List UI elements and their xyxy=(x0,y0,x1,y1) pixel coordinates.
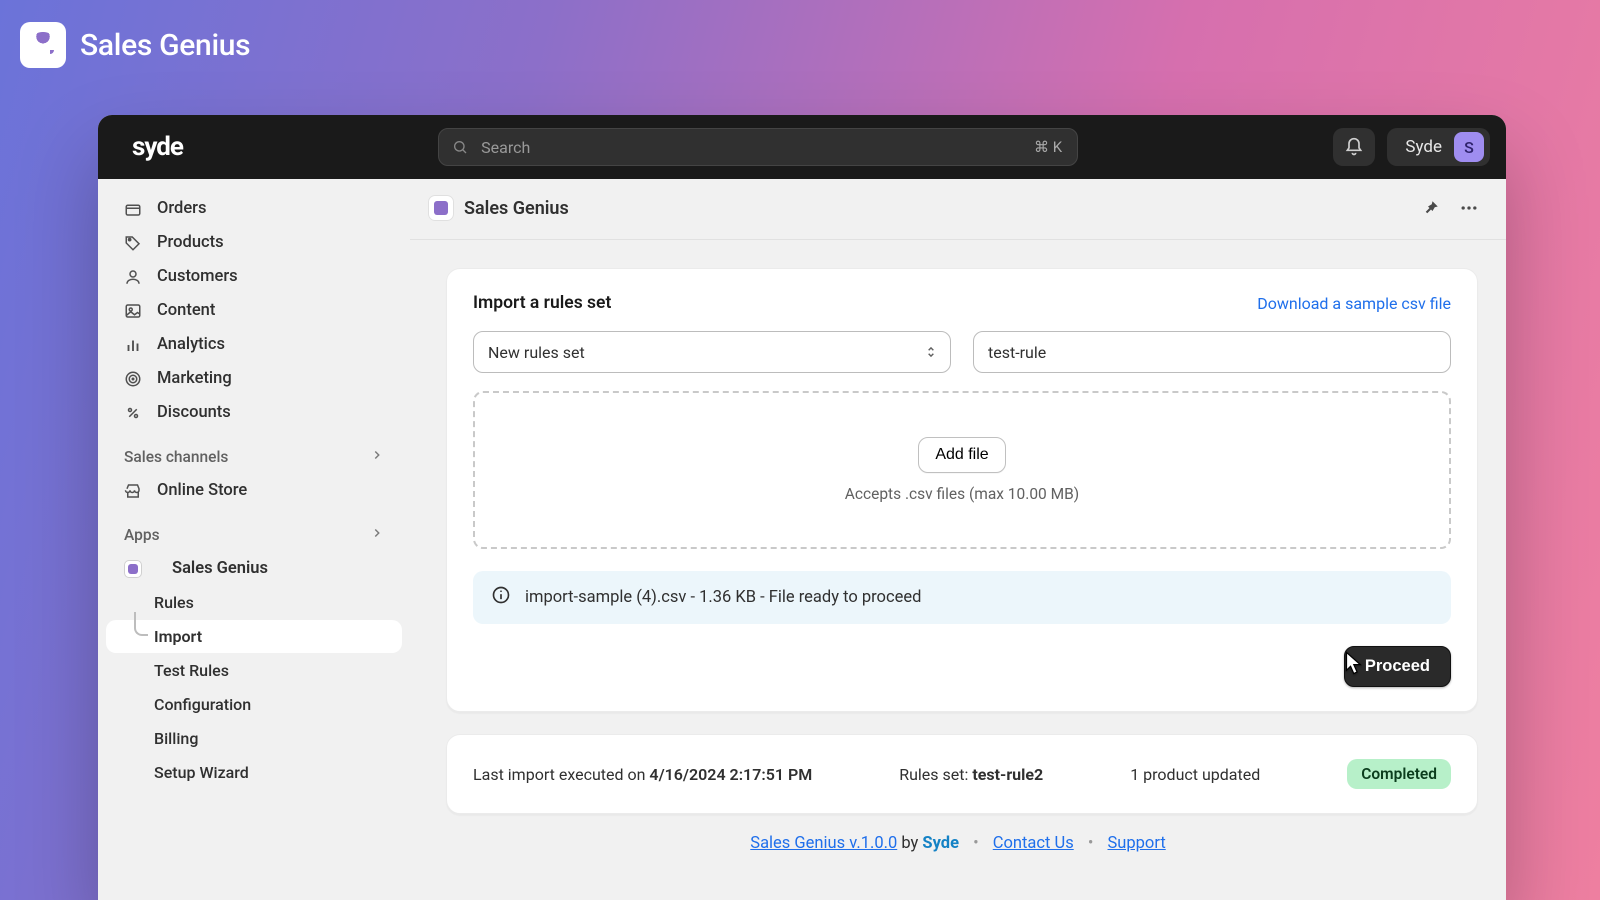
avatar: S xyxy=(1454,132,1484,162)
file-dropzone[interactable]: Add file Accepts .csv files (max 10.00 M… xyxy=(473,391,1451,549)
topbar: syde Search ⌘ K Syde S xyxy=(98,115,1506,179)
user-name: Syde xyxy=(1405,137,1442,157)
sidebar-item-products[interactable]: Products xyxy=(106,226,402,259)
sidebar-item-customers[interactable]: Customers xyxy=(106,260,402,293)
tree-connector-icon xyxy=(134,612,148,636)
contact-link[interactable]: Contact Us xyxy=(993,834,1074,853)
banner-text: import-sample (4).csv - 1.36 KB - File r… xyxy=(525,588,921,607)
sidebar-sub-setup-wizard[interactable]: Setup Wizard xyxy=(106,756,402,789)
card-title: Import a rules set xyxy=(473,293,611,313)
chevron-right-icon xyxy=(370,448,384,466)
exec-time: 4/16/2024 2:17:51 PM xyxy=(649,765,812,784)
sidebar-item-label: Test Rules xyxy=(154,661,229,680)
sidebar-item-label: Products xyxy=(157,233,224,252)
sidebar-section-channels[interactable]: Sales channels xyxy=(106,441,402,473)
separator-icon: • xyxy=(973,834,979,853)
by-text: by xyxy=(901,834,922,853)
sidebar-item-marketing[interactable]: Marketing xyxy=(106,362,402,395)
sidebar-sub-test-rules[interactable]: Test Rules xyxy=(106,654,402,687)
sidebar-item-label: Marketing xyxy=(157,369,232,388)
sidebar-item-discounts[interactable]: Discounts xyxy=(106,396,402,429)
updated-count: 1 product updated xyxy=(1130,765,1260,784)
notifications-button[interactable] xyxy=(1333,128,1375,166)
pin-button[interactable] xyxy=(1416,193,1446,223)
rules-name-input[interactable] xyxy=(973,331,1451,373)
app-name: Sales Genius xyxy=(80,28,250,63)
main-content: Sales Genius Import a rules set Download… xyxy=(410,179,1506,900)
sidebar-item-label: Discounts xyxy=(157,403,231,422)
cursor-icon xyxy=(1340,650,1366,676)
select-value: New rules set xyxy=(488,343,585,362)
brand-logo[interactable]: syde xyxy=(132,132,183,162)
sidebar-item-label: Rules xyxy=(154,593,194,612)
page-title: Sales Genius xyxy=(464,198,569,219)
sales-genius-icon xyxy=(124,560,142,578)
download-sample-link[interactable]: Download a sample csv file xyxy=(1257,294,1451,313)
sidebar-sub-rules[interactable]: Rules xyxy=(106,586,402,619)
sidebar-item-sales-genius[interactable]: Sales Genius xyxy=(106,552,402,585)
sales-genius-icon xyxy=(428,195,454,221)
sidebar-item-label: Configuration xyxy=(154,695,251,714)
sidebar-item-label: Content xyxy=(157,301,215,320)
sidebar-item-orders[interactable]: Orders xyxy=(106,192,402,225)
version-link[interactable]: Sales Genius v.1.0.0 xyxy=(750,834,897,853)
sidebar-item-label: Orders xyxy=(157,199,207,218)
sidebar: Orders Products Customers Content Analyt… xyxy=(98,179,410,900)
sidebar-item-label: Customers xyxy=(157,267,238,286)
search-icon xyxy=(452,139,468,155)
vendor-part2: de xyxy=(941,834,959,853)
info-icon xyxy=(491,585,511,610)
footer: Sales Genius v.1.0.0 by Syde • Contact U… xyxy=(410,834,1506,853)
rules-set-value: test-rule2 xyxy=(972,765,1043,784)
sidebar-item-label: Sales Genius xyxy=(172,559,268,578)
status-badge: Completed xyxy=(1347,759,1451,789)
vendor-part1: Sy xyxy=(922,834,940,853)
exec-prefix: Last import executed on xyxy=(473,765,649,784)
sidebar-section-apps[interactable]: Apps xyxy=(106,519,402,551)
sidebar-item-content[interactable]: Content xyxy=(106,294,402,327)
add-file-button[interactable]: Add file xyxy=(918,437,1005,473)
sidebar-item-analytics[interactable]: Analytics xyxy=(106,328,402,361)
file-ready-banner: import-sample (4).csv - 1.36 KB - File r… xyxy=(473,571,1451,624)
sidebar-sub-configuration[interactable]: Configuration xyxy=(106,688,402,721)
user-menu[interactable]: Syde S xyxy=(1387,128,1490,166)
sidebar-item-label: Online Store xyxy=(157,481,247,500)
chevron-right-icon xyxy=(370,526,384,544)
select-arrows-icon xyxy=(924,342,938,366)
app-window: syde Search ⌘ K Syde S Orders xyxy=(98,115,1506,900)
support-link[interactable]: Support xyxy=(1108,834,1166,853)
separator-icon: • xyxy=(1088,834,1094,853)
sidebar-item-label: Billing xyxy=(154,729,198,748)
sidebar-item-label: Import xyxy=(154,627,202,646)
sidebar-item-label: Setup Wizard xyxy=(154,763,249,782)
import-card: Import a rules set Download a sample csv… xyxy=(446,268,1478,712)
sidebar-sub-billing[interactable]: Billing xyxy=(106,722,402,755)
more-button[interactable] xyxy=(1454,193,1484,223)
app-logo xyxy=(20,22,66,68)
sidebar-sub-import[interactable]: Import xyxy=(106,620,402,653)
sidebar-item-online-store[interactable]: Online Store xyxy=(106,474,402,507)
last-import-status: Last import executed on 4/16/2024 2:17:5… xyxy=(446,734,1478,814)
search-input[interactable]: Search xyxy=(438,128,1078,166)
dropzone-hint: Accepts .csv files (max 10.00 MB) xyxy=(845,485,1079,503)
sidebar-item-label: Analytics xyxy=(157,335,225,354)
search-shortcut: ⌘ K xyxy=(1034,138,1062,156)
rules-set-prefix: Rules set: xyxy=(899,765,972,784)
rules-set-select[interactable]: New rules set xyxy=(473,331,951,373)
